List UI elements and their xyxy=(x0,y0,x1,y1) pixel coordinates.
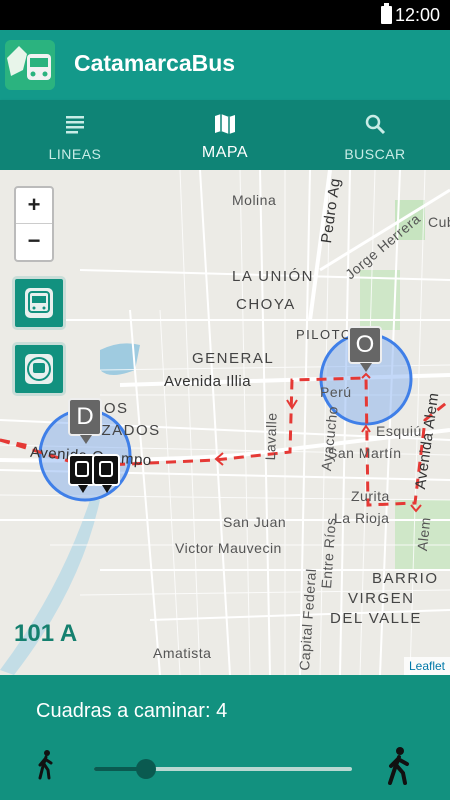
district-choya: CHOYA xyxy=(236,296,296,313)
district-piloto: PILOTO xyxy=(296,327,353,342)
map-icon xyxy=(215,114,235,134)
zoom-in-button[interactable]: + xyxy=(16,188,52,224)
tab-buscar-label: BUSCAR xyxy=(344,146,406,162)
list-icon xyxy=(66,116,84,134)
battery-icon xyxy=(381,3,392,24)
street-zurita: Zurita xyxy=(351,488,390,504)
bus-icon xyxy=(25,288,53,318)
route-name: 101 A xyxy=(14,620,78,647)
street-esquiu: Esquiú xyxy=(376,423,422,439)
district-barrio: BARRIO xyxy=(372,570,439,587)
walk-panel: Cuadras a caminar: 4 xyxy=(0,675,450,800)
tab-buscar[interactable]: BUSCAR xyxy=(300,100,450,170)
street-molina: Molina xyxy=(232,192,277,208)
map-attribution[interactable]: Leaflet xyxy=(403,657,450,675)
map-view[interactable]: Molina Pedro Ag Jorge Herrera Cub Avenid… xyxy=(0,170,450,675)
district-la-union: LA UNIÓN xyxy=(232,268,315,285)
district-virgen: VIRGEN xyxy=(348,590,415,607)
app-bar: CatamarcaBus xyxy=(0,30,450,100)
zoom-out-button[interactable]: − xyxy=(16,224,52,260)
tab-mapa[interactable]: MAPA xyxy=(150,100,300,170)
zoom-control: + − xyxy=(14,186,54,262)
bus-icon xyxy=(99,461,113,477)
bus-icon xyxy=(75,461,89,477)
app-logo-icon xyxy=(5,40,55,90)
walk-min-icon xyxy=(38,750,53,780)
tab-bar: LINEAS MAPA BUSCAR xyxy=(0,100,450,170)
district-del-valle: DEL VALLE xyxy=(330,610,422,627)
bus-front-button[interactable] xyxy=(12,342,66,396)
origin-marker[interactable]: O xyxy=(348,326,382,372)
street-amatista: Amatista xyxy=(153,645,212,661)
status-time: 12:00 xyxy=(394,5,440,25)
search-icon xyxy=(365,114,386,135)
street-victor-mauvecin: Victor Mauvecin xyxy=(175,540,282,556)
destination-marker[interactable]: D xyxy=(68,398,102,444)
street-avenida-illia: Avenida Illia xyxy=(164,373,252,390)
walk-slider-thumb[interactable] xyxy=(135,759,156,779)
street-la-rioja: La Rioja xyxy=(334,510,390,526)
bus-stops-button[interactable] xyxy=(12,276,66,330)
walk-blocks-label: Cuadras a caminar: 4 xyxy=(36,700,228,722)
tab-lineas-label: LINEAS xyxy=(48,146,102,162)
street-cub: Cub xyxy=(428,214,450,230)
tab-mapa-label: MAPA xyxy=(201,144,249,161)
status-bar: 12:00 xyxy=(0,0,450,30)
tab-lineas[interactable]: LINEAS xyxy=(0,100,150,170)
bus-stop-marker[interactable] xyxy=(92,454,120,493)
street-peru: Perú xyxy=(320,384,352,400)
street-san-juan: San Juan xyxy=(223,514,287,530)
walk-max-icon xyxy=(388,747,409,785)
bus-front-icon xyxy=(25,354,53,384)
district-general: GENERAL xyxy=(192,350,275,367)
street-san-martin: San Martín xyxy=(328,445,402,461)
app-title: CatamarcaBus xyxy=(74,50,236,76)
street-lavalle: Lavalle xyxy=(262,412,280,461)
